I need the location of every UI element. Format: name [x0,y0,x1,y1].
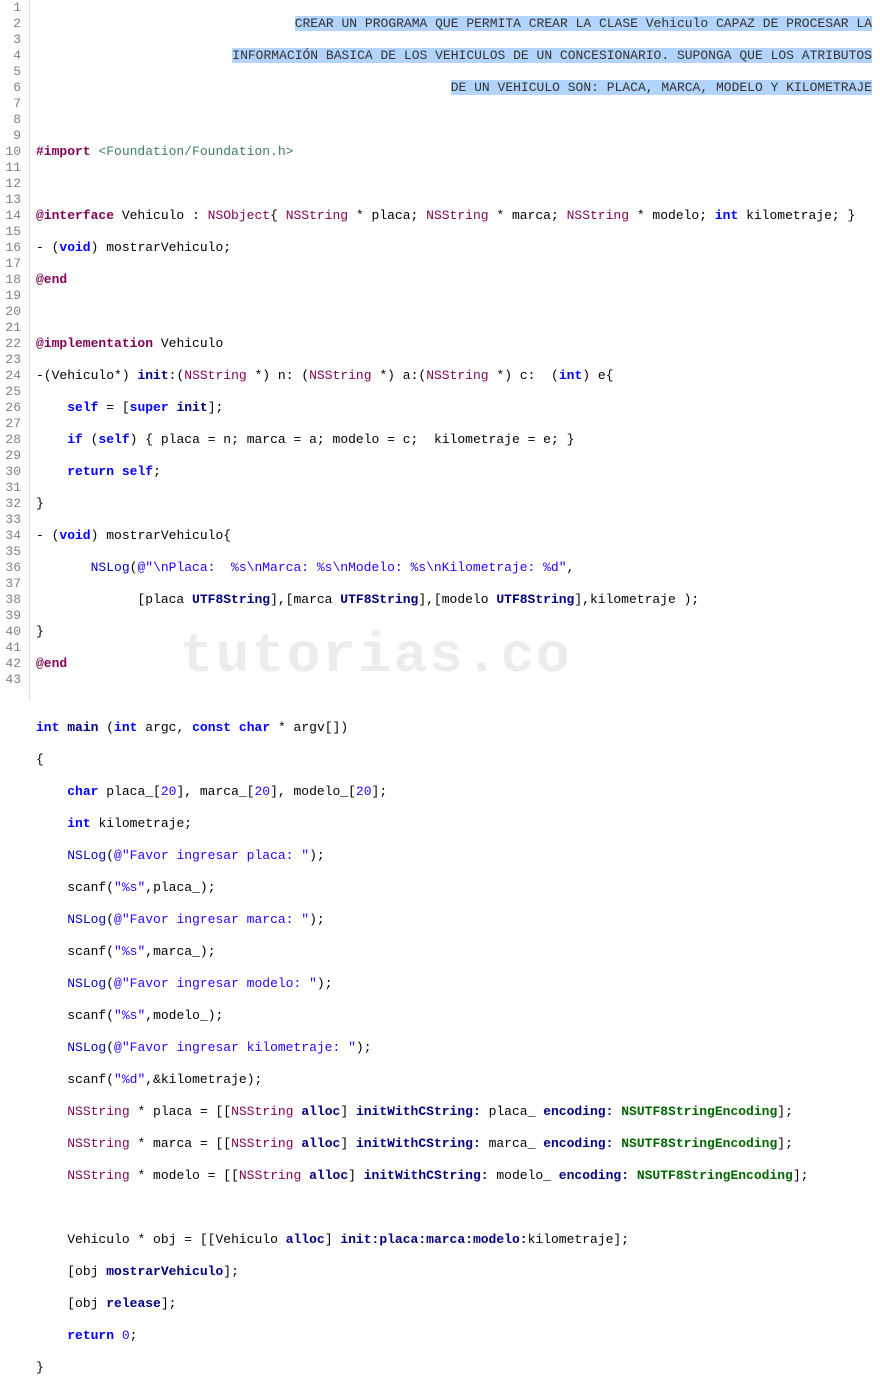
code-line: scanf("%d",&kilometraje); [36,1072,880,1088]
method-impl: - (void) mostrarVehiculo{ [36,528,880,544]
line-number-gutter: 1234567891011121314151617181920212223242… [0,0,30,700]
import-line: #import <Foundation/Foundation.h> [36,144,880,160]
line-number: 33 [4,512,21,528]
code-line: if (self) { placa = n; marca = a; modelo… [36,432,880,448]
code-line: NSString * marca = [[NSString alloc] ini… [36,1136,880,1152]
blank-line [36,688,880,704]
line-number: 6 [4,80,21,96]
code-line: scanf("%s",marca_); [36,944,880,960]
line-number: 38 [4,592,21,608]
line-number: 1 [4,0,21,16]
comment-line: CREAR UN PROGRAMA QUE PERMITA CREAR LA C… [36,16,880,32]
interface-line: @interface Vehiculo : NSObject{ NSString… [36,208,880,224]
code-line: scanf("%s",modelo_); [36,1008,880,1024]
code-line: NSLog(@"\nPlaca: %s\nMarca: %s\nModelo: … [36,560,880,576]
line-number: 19 [4,288,21,304]
code-line: NSLog(@"Favor ingresar modelo: "); [36,976,880,992]
line-number: 4 [4,48,21,64]
code-line: NSLog(@"Favor ingresar placa: "); [36,848,880,864]
code-line: NSLog(@"Favor ingresar marca: "); [36,912,880,928]
code-line: char placa_[20], marca_[20], modelo_[20]… [36,784,880,800]
line-number: 13 [4,192,21,208]
method-decl: - (void) mostrarVehiculo; [36,240,880,256]
code-line: return 0; [36,1328,880,1344]
line-number: 37 [4,576,21,592]
main-decl: int main (int argc, const char * argv[]) [36,720,880,736]
line-number: 17 [4,256,21,272]
code-line: int kilometraje; [36,816,880,832]
line-number: 32 [4,496,21,512]
line-number: 35 [4,544,21,560]
blank-line [36,304,880,320]
code-editor[interactable]: 1234567891011121314151617181920212223242… [0,0,880,700]
init-method: -(Vehiculo*) init:(NSString *) n: (NSStr… [36,368,880,384]
line-number: 3 [4,32,21,48]
line-number: 5 [4,64,21,80]
line-number: 25 [4,384,21,400]
code-line: [placa UTF8String],[marca UTF8String],[m… [36,592,880,608]
line-number: 26 [4,400,21,416]
line-number: 42 [4,656,21,672]
line-number: 20 [4,304,21,320]
implementation-line: @implementation Vehiculo [36,336,880,352]
line-number: 14 [4,208,21,224]
line-number: 9 [4,128,21,144]
code-line: self = [super init]; [36,400,880,416]
line-number: 39 [4,608,21,624]
line-number: 11 [4,160,21,176]
code-line: scanf("%s",placa_); [36,880,880,896]
line-number: 29 [4,448,21,464]
line-number: 36 [4,560,21,576]
line-number: 12 [4,176,21,192]
line-number: 31 [4,480,21,496]
code-line: Vehiculo * obj = [[Vehiculo alloc] init:… [36,1232,880,1248]
line-number: 10 [4,144,21,160]
code-line: [obj release]; [36,1296,880,1312]
line-number: 22 [4,336,21,352]
line-number: 16 [4,240,21,256]
comment-line: INFORMACIÓN BASICA DE LOS VEHICULOS DE U… [36,48,880,64]
code-line: } [36,496,880,512]
line-number: 40 [4,624,21,640]
end-line: @end [36,656,880,672]
code-line: { [36,752,880,768]
line-number: 2 [4,16,21,32]
end-line: @end [36,272,880,288]
line-number: 23 [4,352,21,368]
code-line: } [36,624,880,640]
code-line: NSString * placa = [[NSString alloc] ini… [36,1104,880,1120]
code-line: } [36,1360,880,1376]
line-number: 34 [4,528,21,544]
line-number: 43 [4,672,21,688]
comment-line: DE UN VEHICULO SON: PLACA, MARCA, MODELO… [36,80,880,96]
code-area[interactable]: CREAR UN PROGRAMA QUE PERMITA CREAR LA C… [30,0,880,700]
line-number: 28 [4,432,21,448]
line-number: 7 [4,96,21,112]
code-line: NSLog(@"Favor ingresar kilometraje: "); [36,1040,880,1056]
code-line: NSString * modelo = [[NSString alloc] in… [36,1168,880,1184]
blank-line [36,176,880,192]
line-number: 18 [4,272,21,288]
code-line: return self; [36,464,880,480]
line-number: 15 [4,224,21,240]
line-number: 41 [4,640,21,656]
line-number: 27 [4,416,21,432]
blank-line [36,1200,880,1216]
code-line: [obj mostrarVehiculo]; [36,1264,880,1280]
line-number: 24 [4,368,21,384]
blank-line [36,112,880,128]
line-number: 21 [4,320,21,336]
line-number: 30 [4,464,21,480]
line-number: 8 [4,112,21,128]
